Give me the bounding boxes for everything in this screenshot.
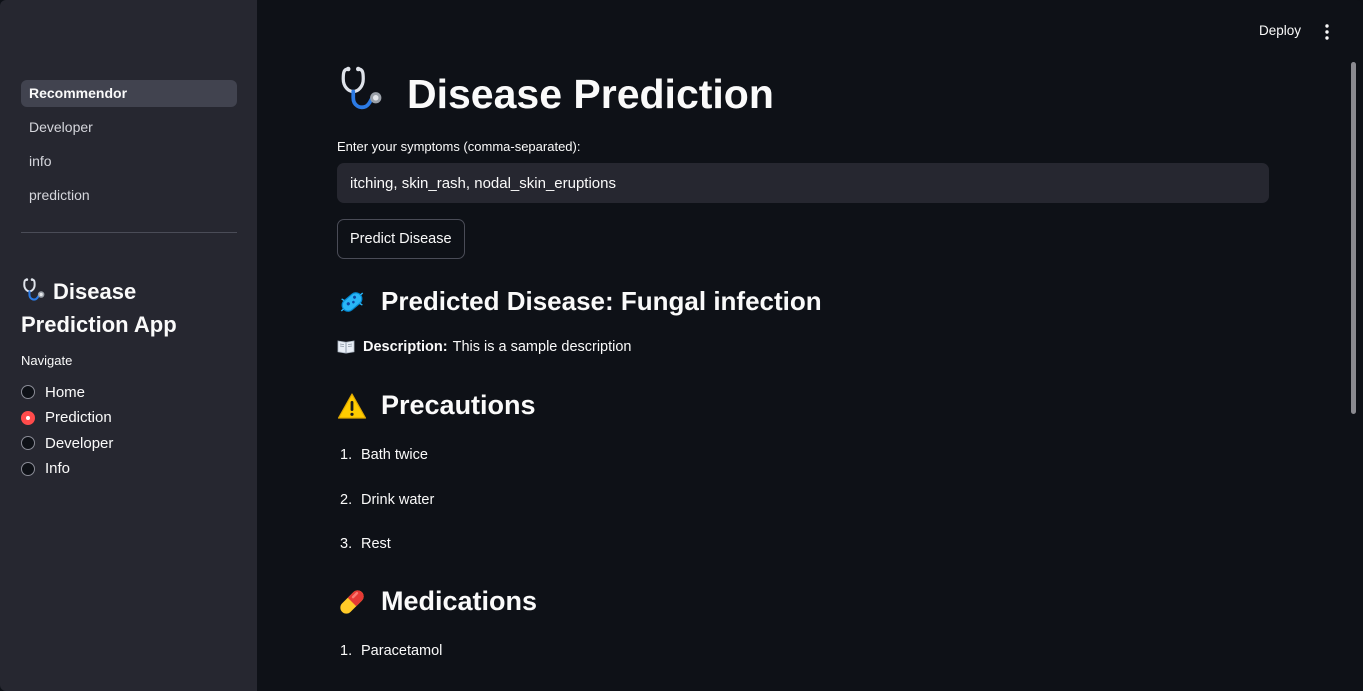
precautions-heading-text: Precautions (381, 390, 536, 420)
sidebar-divider (21, 232, 237, 233)
nav-item-developer[interactable]: Developer (21, 114, 237, 141)
radio-info[interactable]: Info (21, 460, 113, 478)
nav-item-info[interactable]: info (21, 148, 237, 175)
predicted-disease-text: Predicted Disease: Fungal infection (381, 286, 822, 316)
description-text: This is a sample description (452, 339, 632, 355)
page-title: Disease Prediction (337, 64, 774, 124)
radio-circle[interactable] (21, 436, 35, 450)
radio-label: Info (45, 460, 71, 477)
radio-circle[interactable] (21, 385, 35, 399)
radio-circle[interactable] (21, 410, 35, 425)
medications-heading-text: Medications (381, 586, 538, 616)
symptoms-input-label: Enter your symptoms (comma-separated): (337, 139, 581, 154)
pill-icon (337, 587, 367, 617)
list-item-text: Drink water (361, 492, 435, 508)
nav-item-prediction[interactable]: prediction (21, 182, 237, 209)
list-item-number: 3. (340, 536, 353, 552)
nav-item-recommendor[interactable]: Recommendor (21, 80, 237, 107)
list-item: 1. Bath twice (340, 447, 428, 463)
main-scrollbar[interactable] (1351, 62, 1356, 414)
radio-home[interactable]: Home (21, 383, 113, 401)
radio-label: Home (45, 383, 86, 401)
symptoms-input[interactable] (337, 163, 1269, 203)
description-label: Description: (363, 339, 448, 355)
description-line: Description: This is a sample descriptio… (337, 339, 632, 355)
radio-label: Prediction (45, 409, 112, 426)
sidebar: Recommendor Developer info prediction Di… (0, 0, 257, 691)
predict-disease-button[interactable]: Predict Disease (337, 219, 465, 259)
warning-icon (337, 392, 367, 420)
list-item-number: 2. (340, 492, 353, 508)
list-item-text: Rest (361, 536, 391, 552)
navigate-label: Navigate (21, 353, 73, 368)
list-item: 1. Paracetamol (340, 643, 442, 659)
radio-circle[interactable] (21, 461, 35, 476)
list-item-number: 1. (340, 447, 353, 463)
medications-heading: Medications (337, 586, 537, 617)
stethoscope-icon (21, 277, 47, 310)
page-title-text: Disease Prediction (407, 70, 774, 117)
page-nav: Recommendor Developer info prediction (21, 80, 237, 216)
radio-developer[interactable]: Developer (21, 434, 113, 452)
app-window: Recommendor Developer info prediction Di… (0, 0, 1363, 691)
list-item-number: 1. (340, 643, 353, 659)
navigate-radio-group: Home Prediction Developer Info (21, 383, 113, 485)
deploy-button[interactable]: Deploy (1250, 20, 1310, 41)
list-item: 3. Rest (340, 536, 391, 552)
stethoscope-icon (337, 64, 387, 124)
radio-prediction[interactable]: Prediction (21, 409, 113, 427)
list-item: 2. Drink water (340, 492, 434, 508)
list-item-text: Bath twice (361, 447, 428, 463)
list-item-text: Paracetamol (361, 643, 443, 659)
precautions-heading: Precautions (337, 390, 536, 421)
open-book-icon (337, 339, 355, 355)
microbe-icon (337, 287, 367, 317)
radio-label: Developer (45, 434, 114, 452)
more-vertical-icon[interactable] (1318, 23, 1336, 41)
sidebar-title: Disease Prediction App (21, 277, 241, 339)
predicted-disease-heading: Predicted Disease: Fungal infection (337, 286, 822, 317)
